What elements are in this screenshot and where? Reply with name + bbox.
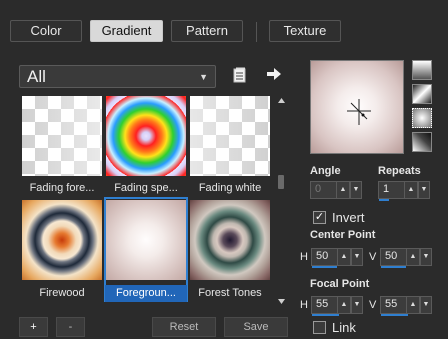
gradient-label: Fading white [198,182,262,194]
gradient-preview[interactable] [310,60,404,154]
center-v-slider-bar[interactable] [381,266,406,268]
spin-arrows-icon[interactable]: ▲ [337,249,350,265]
crosshair-icon [347,99,371,125]
gradient-label: Fading spe... [114,182,178,194]
gradient-label: Firewood [39,287,85,299]
gradient-label-selected: Foregroun... [105,285,187,302]
chevron-down-icon: ▼ [199,72,208,82]
focal-v-input[interactable]: 55 ▲ [380,296,420,316]
gradient-thumb-forest-tones[interactable] [190,200,270,280]
focal-h-label: H [300,299,308,311]
focal-point-label: Focal Point [310,278,370,290]
gradient-thumb-firewood[interactable] [22,200,102,280]
center-v-label: V [369,251,377,263]
radial-style-button[interactable] [412,108,432,128]
gradient-label: Forest Tones [198,287,262,299]
angle-dropdown-chevron-icon[interactable]: ▼ [350,181,362,199]
focal-h-dropdown-chevron-icon[interactable]: ▼ [351,296,363,314]
tab-pattern[interactable]: Pattern [171,20,243,42]
center-h-label: H [300,251,308,263]
tab-texture[interactable]: Texture [269,20,341,42]
angle-value: 0 [315,183,322,195]
sunburst-style-button[interactable] [412,132,432,152]
arrow-right-icon[interactable] [265,66,283,82]
center-h-value: 50 [316,250,329,262]
spin-arrows-icon[interactable]: ▲ [337,297,350,313]
link-label: Link [332,320,356,335]
thumbnail-scrollbar[interactable] [277,96,286,306]
center-h-input[interactable]: 50 ▲ [311,248,351,268]
center-h-dropdown-chevron-icon[interactable]: ▼ [351,248,363,266]
repeats-dropdown-chevron-icon[interactable]: ▼ [418,181,430,199]
add-gradient-button[interactable]: + [19,317,48,337]
center-point-label: Center Point [310,229,376,241]
repeats-value: 1 [383,183,390,195]
spin-arrows-icon[interactable]: ▲ [406,249,419,265]
rectangular-style-button[interactable] [412,84,432,104]
repeats-input[interactable]: 1 ▲ [378,181,418,201]
angle-input[interactable]: 0 ▲ [310,181,350,199]
linear-style-button[interactable] [412,60,432,80]
category-value: All [27,67,46,86]
spin-arrows-icon[interactable]: ▲ [336,182,349,198]
spin-arrows-icon[interactable]: ▲ [404,182,417,198]
focal-v-label: V [369,299,377,311]
remove-gradient-button[interactable]: - [56,317,85,337]
gradient-thumb-fading-foreground[interactable] [22,96,102,176]
gradient-thumb-foreground[interactable] [106,200,186,280]
reset-button[interactable]: Reset [152,317,216,337]
focal-v-value: 55 [385,298,398,310]
spin-arrows-icon[interactable]: ▲ [406,297,419,313]
angle-label: Angle [310,165,341,177]
invert-checkbox[interactable]: ✓ [313,211,326,224]
center-v-input[interactable]: 50 ▲ [380,248,420,268]
repeats-slider-bar[interactable] [379,199,389,201]
library-icon[interactable] [232,66,248,84]
link-checkbox[interactable] [313,321,326,334]
save-button[interactable]: Save [224,317,288,337]
gradient-label: Fading fore... [29,182,95,194]
focal-h-value: 55 [316,298,329,310]
tab-color[interactable]: Color [10,20,82,42]
center-v-dropdown-chevron-icon[interactable]: ▼ [420,248,432,266]
gradient-thumb-fading-white[interactable] [190,96,270,176]
category-dropdown[interactable]: All ▼ [19,65,216,88]
center-h-slider-bar[interactable] [312,266,337,268]
tab-separator [256,22,257,42]
center-v-value: 50 [385,250,398,262]
tab-gradient[interactable]: Gradient [90,20,163,42]
gradient-thumb-fading-spectrum[interactable] [106,96,186,176]
focal-v-dropdown-chevron-icon[interactable]: ▼ [420,296,432,314]
focal-h-slider-bar[interactable] [312,314,339,316]
repeats-label: Repeats [378,165,421,177]
focal-h-input[interactable]: 55 ▲ [311,296,351,316]
invert-label: Invert [332,210,365,225]
focal-v-slider-bar[interactable] [381,314,408,316]
scrollbar-thumb[interactable] [278,175,284,189]
